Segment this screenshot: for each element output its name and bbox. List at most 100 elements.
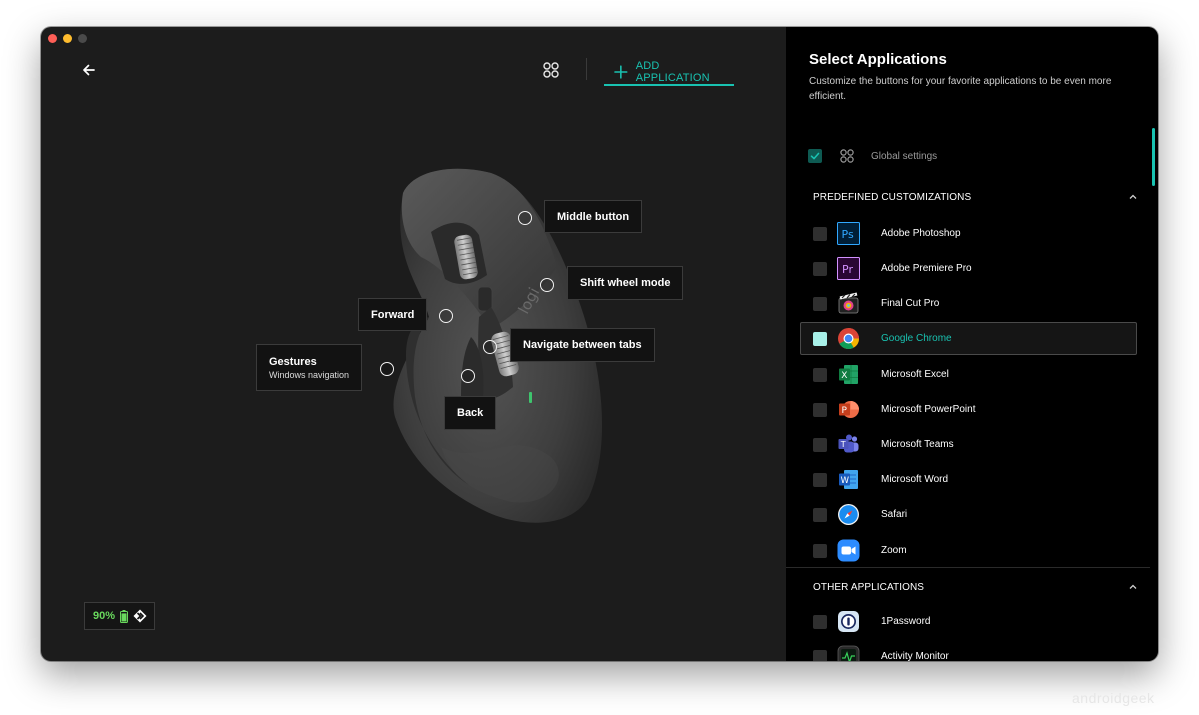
app-checkbox[interactable]: [813, 543, 827, 558]
app-row-microsoft-teams[interactable]: T Microsoft Teams: [800, 428, 1137, 461]
logi-bolt-receiver-icon: [133, 609, 147, 623]
final-cut-pro-icon: [838, 292, 859, 314]
app-label: Adobe Photoshop: [881, 228, 961, 239]
gestures-label: Gestures: [269, 355, 317, 368]
navigate-between-tabs-label: Navigate between tabs: [523, 339, 642, 351]
chrome-icon: [838, 328, 859, 350]
minimize-window-button[interactable]: [63, 34, 72, 43]
activity-monitor-icon: [837, 645, 860, 661]
app-row-microsoft-word[interactable]: W Microsoft Word: [800, 463, 1137, 496]
panel-title: Select Applications: [809, 51, 947, 68]
app-label: Activity Monitor: [881, 651, 949, 661]
1password-icon: [838, 611, 859, 632]
grid-icon: [543, 62, 559, 78]
forward-hotspot[interactable]: [439, 309, 453, 323]
global-settings-row[interactable]: Global settings: [808, 143, 937, 169]
app-checkbox[interactable]: [813, 472, 827, 487]
app-label: Microsoft Teams: [881, 439, 954, 450]
powerpoint-icon: P: [839, 401, 859, 418]
app-checkbox[interactable]: [813, 649, 827, 661]
app-label: Adobe Premiere Pro: [881, 263, 972, 274]
app-label: Microsoft Excel: [881, 369, 949, 380]
add-application-label: ADD APPLICATION: [635, 59, 710, 84]
gestures-hotspot[interactable]: [380, 362, 394, 376]
zoom-window-button[interactable]: [78, 34, 87, 43]
toolbar-divider: [586, 58, 587, 80]
app-row-1password[interactable]: 1Password: [800, 605, 1137, 638]
app-row-zoom[interactable]: Zoom: [800, 534, 1137, 567]
grid-icon: [840, 149, 854, 163]
app-label: Safari: [881, 509, 908, 520]
middle-button-label: Middle button: [557, 210, 630, 223]
svg-text:T: T: [840, 440, 846, 449]
app-row-final-cut-pro[interactable]: Final Cut Pro: [800, 287, 1137, 320]
predefined-customizations-label: PREDEFINED CUSTOMIZATIONS: [813, 191, 972, 203]
plus-icon: [614, 64, 628, 79]
battery-indicator: 90%: [84, 602, 155, 630]
add-application-button[interactable]: ADD APPLICATION: [604, 57, 734, 86]
app-checkbox[interactable]: [813, 402, 827, 417]
teams-icon: T: [838, 434, 859, 453]
check-icon: [810, 152, 820, 160]
app-checkbox[interactable]: [813, 296, 827, 311]
gestures-callout[interactable]: Gestures Windows navigation: [256, 344, 363, 391]
app-row-google-chrome[interactable]: Google Chrome: [800, 322, 1137, 355]
app-label: 1Password: [881, 616, 931, 627]
app-row-activity-monitor[interactable]: Activity Monitor: [800, 640, 1137, 661]
back-label: Back: [457, 407, 484, 419]
app-label: Final Cut Pro: [881, 298, 940, 309]
app-window: ADD APPLICATION logi Middle button Shift…: [41, 27, 1158, 661]
premiere-pro-icon: Pr: [837, 257, 860, 280]
app-label: Zoom: [881, 545, 907, 556]
app-checkbox[interactable]: [813, 614, 827, 629]
section-divider: [786, 567, 1150, 568]
middle-button-callout[interactable]: Middle button: [544, 200, 643, 233]
app-row-adobe-premiere-pro[interactable]: Pr Adobe Premiere Pro: [800, 252, 1137, 285]
other-applications-label: OTHER APPLICATIONS: [813, 581, 925, 593]
svg-text:Pr: Pr: [842, 263, 853, 276]
active-tab-underline: [604, 84, 734, 86]
chevron-up-icon[interactable]: [1128, 192, 1138, 202]
app-label: Google Chrome: [881, 333, 952, 344]
all-apps-button[interactable]: [541, 60, 561, 80]
other-applications-header[interactable]: OTHER APPLICATIONS: [813, 577, 1138, 597]
back-button[interactable]: [79, 60, 99, 80]
battery-icon: [120, 609, 129, 623]
app-label: Microsoft Word: [881, 474, 949, 485]
shift-wheel-mode-callout[interactable]: Shift wheel mode: [567, 266, 684, 300]
global-settings-checkbox[interactable]: [808, 149, 822, 163]
app-checkbox[interactable]: [813, 331, 827, 346]
predefined-customizations-header[interactable]: PREDEFINED CUSTOMIZATIONS: [813, 187, 1138, 207]
navigate-between-tabs-callout[interactable]: Navigate between tabs: [510, 328, 655, 362]
safari-icon: [838, 504, 859, 525]
shift-wheel-mode-label: Shift wheel mode: [580, 277, 671, 289]
gestures-sublabel: Windows navigation: [269, 369, 350, 380]
app-checkbox[interactable]: [813, 226, 827, 241]
app-label: Microsoft PowerPoint: [881, 404, 976, 415]
shift-wheel-mode-hotspot[interactable]: [540, 278, 554, 292]
arrow-left-icon: [83, 64, 95, 76]
app-row-adobe-photoshop[interactable]: Ps Adobe Photoshop: [800, 217, 1137, 250]
close-window-button[interactable]: [48, 34, 57, 43]
svg-text:Ps: Ps: [842, 228, 854, 241]
middle-button-hotspot[interactable]: [518, 211, 532, 225]
excel-icon: X: [839, 365, 858, 384]
watermark-text: androidgeek: [1072, 690, 1155, 706]
app-row-microsoft-powerpoint[interactable]: P Microsoft PowerPoint: [800, 393, 1137, 426]
panel-description: Customize the buttons for your favorite …: [809, 76, 1112, 102]
app-row-safari[interactable]: Safari: [800, 498, 1137, 531]
word-icon: W: [839, 470, 858, 489]
back-hotspot[interactable]: [461, 369, 475, 383]
app-row-microsoft-excel[interactable]: X Microsoft Excel: [800, 358, 1137, 391]
app-checkbox[interactable]: [813, 437, 827, 452]
app-checkbox[interactable]: [813, 507, 827, 522]
global-settings-label: Global settings: [871, 150, 938, 162]
app-checkbox[interactable]: [813, 261, 827, 276]
navigate-between-tabs-hotspot[interactable]: [483, 340, 497, 354]
forward-callout[interactable]: Forward: [358, 298, 428, 331]
app-checkbox[interactable]: [813, 367, 827, 382]
back-callout[interactable]: Back: [444, 396, 497, 430]
scrollbar-thumb[interactable]: [1152, 128, 1155, 186]
chevron-up-icon[interactable]: [1128, 582, 1138, 592]
svg-text:P: P: [842, 406, 848, 416]
